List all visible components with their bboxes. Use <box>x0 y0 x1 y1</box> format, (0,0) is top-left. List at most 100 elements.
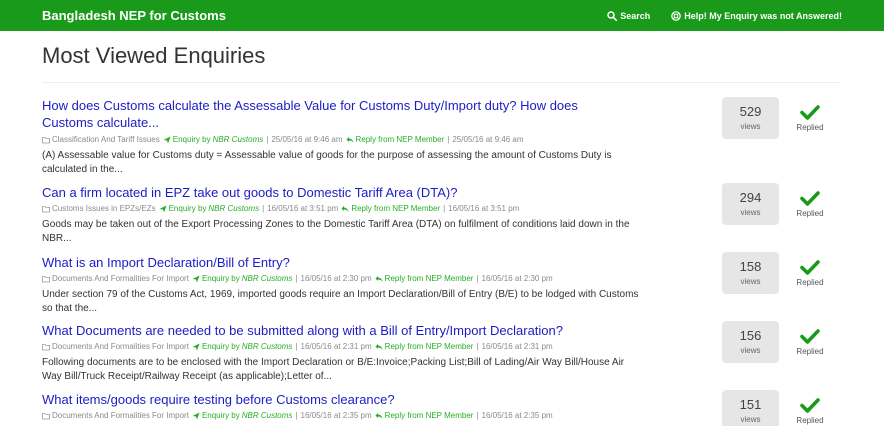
reply-icon <box>375 276 383 282</box>
send-icon <box>159 205 167 213</box>
reply-date: 16/05/16 at 2:35 pm <box>481 411 553 420</box>
views-count-box: 294 views <box>722 183 779 225</box>
folder-icon <box>42 276 50 283</box>
status-label: Replied <box>796 416 824 425</box>
send-icon <box>192 343 200 351</box>
asker-info: Enquiry by NBR Customs <box>163 134 263 146</box>
check-icon <box>800 260 820 275</box>
enquiry-prefix: Enquiry by <box>201 274 240 283</box>
enquiry-title-link[interactable]: What items/goods require testing before … <box>42 391 602 408</box>
views-count-box: 529 views <box>722 97 779 139</box>
views-count: 158 <box>739 259 762 274</box>
check-icon <box>800 398 820 413</box>
reply-label: Reply from NEP Member <box>384 274 474 283</box>
asker-name[interactable]: NBR Customs <box>242 273 293 285</box>
views-count: 529 <box>739 104 762 119</box>
folder-icon <box>42 137 50 144</box>
status-indicator: Replied <box>792 328 828 357</box>
reply-date: 25/05/16 at 9:46 am <box>452 135 524 144</box>
reply-label: Reply from NEP Member <box>351 204 441 213</box>
reply-icon <box>346 137 353 143</box>
send-icon <box>163 136 171 144</box>
asked-date: 16/05/16 at 2:30 pm <box>300 274 372 283</box>
asker-name[interactable]: NBR Customs <box>242 410 293 422</box>
asked-date: 25/05/16 at 9:46 am <box>271 135 343 144</box>
check-icon <box>800 191 820 206</box>
reply-icon <box>341 206 349 212</box>
send-icon <box>192 412 200 420</box>
asker-name[interactable]: NBR Customs <box>213 134 264 146</box>
folder-icon <box>42 344 50 351</box>
category-label[interactable]: Customs Issues in EPZs/EZs <box>52 203 156 215</box>
enquiry-title-link[interactable]: Can a firm located in EPZ take out goods… <box>42 184 602 201</box>
views-label: views <box>740 346 761 355</box>
help-link-label: Help! My Enquiry was not Answered! <box>684 11 842 21</box>
status-indicator: Replied <box>792 190 828 219</box>
views-label: views <box>740 208 761 217</box>
folder-icon <box>42 206 50 213</box>
enquiry-excerpt: Under section 79 of the Customs Act, 196… <box>42 289 639 314</box>
asker-info: Enquiry by NBR Customs <box>192 341 292 353</box>
views-count: 294 <box>739 190 762 205</box>
page-title: Most Viewed Enquiries <box>42 43 266 68</box>
title-divider <box>42 82 840 83</box>
reply-date: 16/05/16 at 3:51 pm <box>448 204 520 213</box>
views-label: views <box>740 122 761 131</box>
reply-info: Reply from NEP Member <box>341 203 440 215</box>
reply-label: Reply from NEP Member <box>384 411 474 420</box>
enquiry-prefix: Enquiry by <box>168 204 207 213</box>
category-label[interactable]: Documents And Formalities For Import <box>52 341 189 353</box>
enquiry-excerpt: Following documents are to be enclosed w… <box>42 357 625 382</box>
send-icon <box>192 275 200 283</box>
asker-name[interactable]: NBR Customs <box>242 341 293 353</box>
reply-label: Reply from NEP Member <box>355 135 445 144</box>
asker-name[interactable]: NBR Customs <box>208 203 259 215</box>
help-link[interactable]: Help! My Enquiry was not Answered! <box>671 9 842 23</box>
search-link[interactable]: Search <box>607 9 650 23</box>
views-count-box: 156 views <box>722 321 779 363</box>
navbar-links: Search Help! My Enquiry was not Answered… <box>586 9 842 23</box>
enquiry-title-link[interactable]: What is an Import Declaration/Bill of En… <box>42 254 602 271</box>
reply-label: Reply from NEP Member <box>384 342 474 351</box>
asker-info: Enquiry by NBR Customs <box>192 273 292 285</box>
asked-date: 16/05/16 at 2:35 pm <box>300 411 372 420</box>
check-icon <box>800 105 820 120</box>
views-count: 156 <box>739 328 762 343</box>
category-label[interactable]: Classification And Tariff Issues <box>52 134 160 146</box>
enquiry-prefix: Enquiry by <box>201 342 240 351</box>
status-label: Replied <box>796 123 824 132</box>
folder-icon <box>42 413 50 420</box>
reply-icon <box>375 413 383 419</box>
status-label: Replied <box>796 347 824 356</box>
enquiry-title-link[interactable]: What Documents are needed to be submitte… <box>42 322 602 339</box>
reply-info: Reply from NEP Member <box>375 341 474 353</box>
status-indicator: Replied <box>792 104 828 133</box>
check-icon <box>800 329 820 344</box>
status-indicator: Replied <box>792 397 828 426</box>
lifebuoy-icon <box>671 11 682 21</box>
enquiry-excerpt: Goods may be taken out of the Export Pro… <box>42 219 630 244</box>
views-count-box: 158 views <box>722 252 779 294</box>
reply-icon <box>375 344 383 350</box>
search-icon <box>607 11 618 21</box>
views-count: 151 <box>739 397 762 412</box>
search-link-label: Search <box>620 11 651 21</box>
asked-date: 16/05/16 at 3:51 pm <box>267 204 339 213</box>
views-label: views <box>740 277 761 286</box>
brand-link[interactable]: Bangladesh NEP for Customs <box>42 8 226 24</box>
enquiry-excerpt: (A) Assessable value for Customs duty = … <box>42 150 612 175</box>
views-count-box: 151 views <box>722 390 779 426</box>
reply-date: 16/05/16 at 2:30 pm <box>481 274 553 283</box>
category-label[interactable]: Documents And Formalities For Import <box>52 410 189 422</box>
status-indicator: Replied <box>792 259 828 288</box>
views-label: views <box>740 415 761 424</box>
asker-info: Enquiry by NBR Customs <box>192 410 292 422</box>
reply-date: 16/05/16 at 2:31 pm <box>481 342 553 351</box>
reply-info: Reply from NEP Member <box>375 410 474 422</box>
top-navbar: Bangladesh NEP for Customs Search Help! … <box>0 0 884 31</box>
reply-info: Reply from NEP Member <box>346 134 445 146</box>
asker-info: Enquiry by NBR Customs <box>159 203 259 215</box>
enquiry-title-link[interactable]: How does Customs calculate the Assessabl… <box>42 97 602 131</box>
category-label[interactable]: Documents And Formalities For Import <box>52 273 189 285</box>
reply-info: Reply from NEP Member <box>375 273 474 285</box>
